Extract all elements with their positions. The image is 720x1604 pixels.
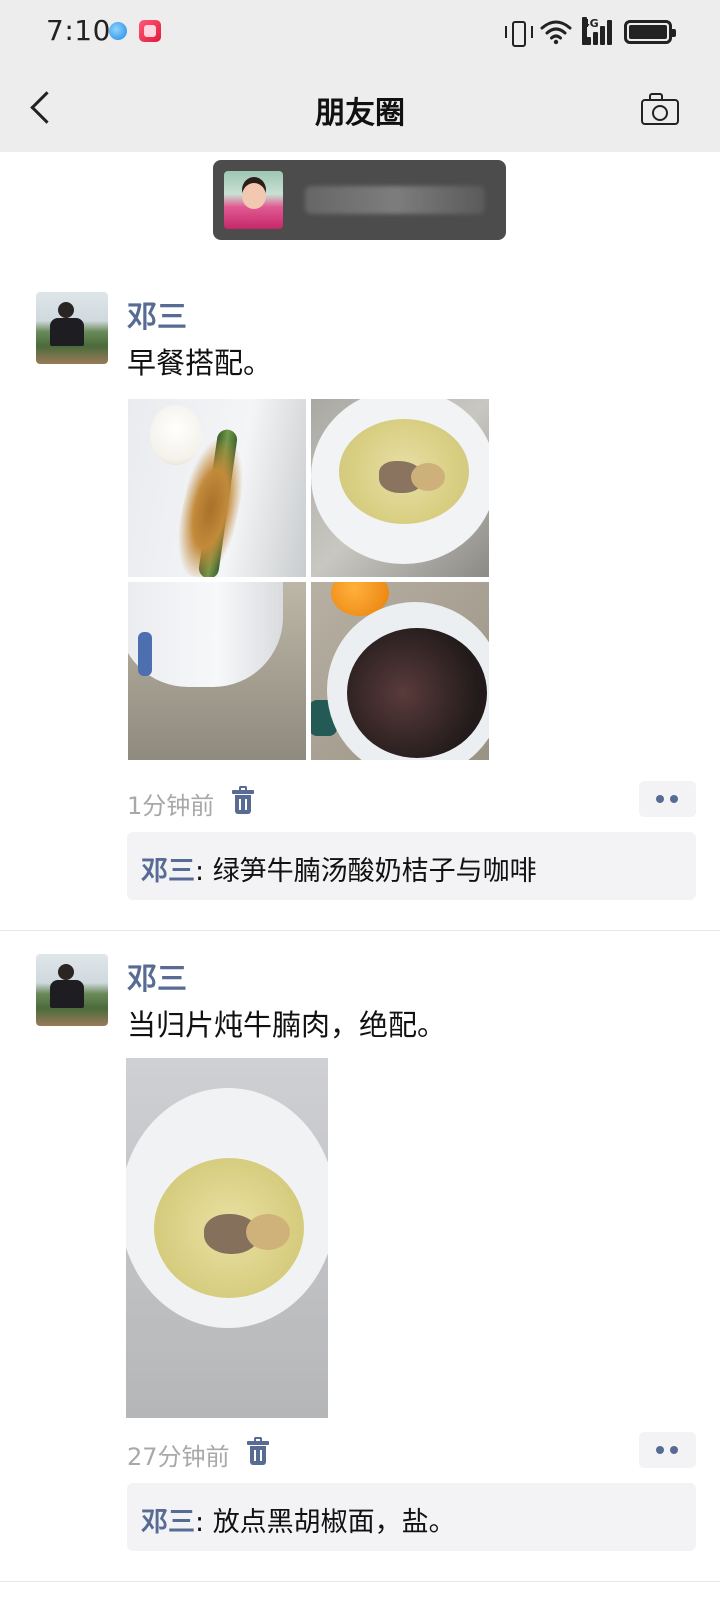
comment-author[interactable]: 邓三 (141, 856, 195, 887)
new-message-notification[interactable] (213, 160, 506, 240)
post-text: 早餐搭配。 (127, 346, 273, 380)
post-photo[interactable] (311, 399, 489, 577)
browser-app-icon (109, 22, 127, 40)
comment-text: 放点黑胡椒面，盐。 (212, 1507, 456, 1538)
camera-lens (652, 105, 668, 121)
status-bar: 7:10 4G (0, 0, 720, 64)
comment-text: 绿笋牛腩汤酸奶桔子与咖啡 (212, 856, 537, 887)
post-text: 当归片炖牛腩肉，绝配。 (127, 1008, 447, 1042)
post-photo[interactable] (126, 1058, 328, 1418)
comment-box: 邓三: 绿笋牛腩汤酸奶桔子与咖啡 (127, 832, 696, 900)
trash-icon[interactable] (247, 1437, 269, 1465)
comment[interactable]: 邓三: 绿笋牛腩汤酸奶桔子与咖啡 (141, 849, 537, 888)
post-photo[interactable] (128, 582, 306, 760)
notification-text-blurred (305, 186, 485, 214)
game-app-icon (139, 20, 161, 42)
post-photo[interactable] (128, 399, 306, 577)
post-photo[interactable] (311, 582, 489, 760)
divider (0, 930, 720, 931)
camera-button[interactable] (640, 92, 680, 126)
vibrate-icon (504, 20, 533, 47)
comment-author[interactable]: 邓三 (141, 1507, 195, 1538)
comment-separator: : (195, 1507, 213, 1538)
post-author[interactable]: 邓三 (127, 292, 187, 336)
post-author[interactable]: 邓三 (127, 954, 187, 998)
comment-separator: : (195, 856, 213, 887)
post-time: 1分钟前 (127, 792, 215, 820)
more-actions-button[interactable] (639, 781, 696, 817)
signal-icon: 4G (582, 17, 614, 45)
status-icons: 4G (504, 17, 676, 47)
avatar[interactable] (36, 292, 108, 364)
status-time: 7:10 (46, 14, 111, 47)
avatar[interactable] (36, 954, 108, 1026)
page-title: 朋友圈 (315, 96, 405, 131)
wifi-icon (540, 20, 572, 45)
notification-avatar (224, 171, 283, 229)
trash-icon[interactable] (232, 786, 254, 814)
divider (0, 1581, 720, 1582)
comment-box: 邓三: 放点黑胡椒面，盐。 (127, 1483, 696, 1551)
nav-bar: 朋友圈 (0, 64, 720, 152)
more-actions-button[interactable] (639, 1432, 696, 1468)
battery-icon (624, 20, 676, 44)
post-time: 27分钟前 (127, 1443, 230, 1471)
comment[interactable]: 邓三: 放点黑胡椒面，盐。 (141, 1500, 456, 1539)
